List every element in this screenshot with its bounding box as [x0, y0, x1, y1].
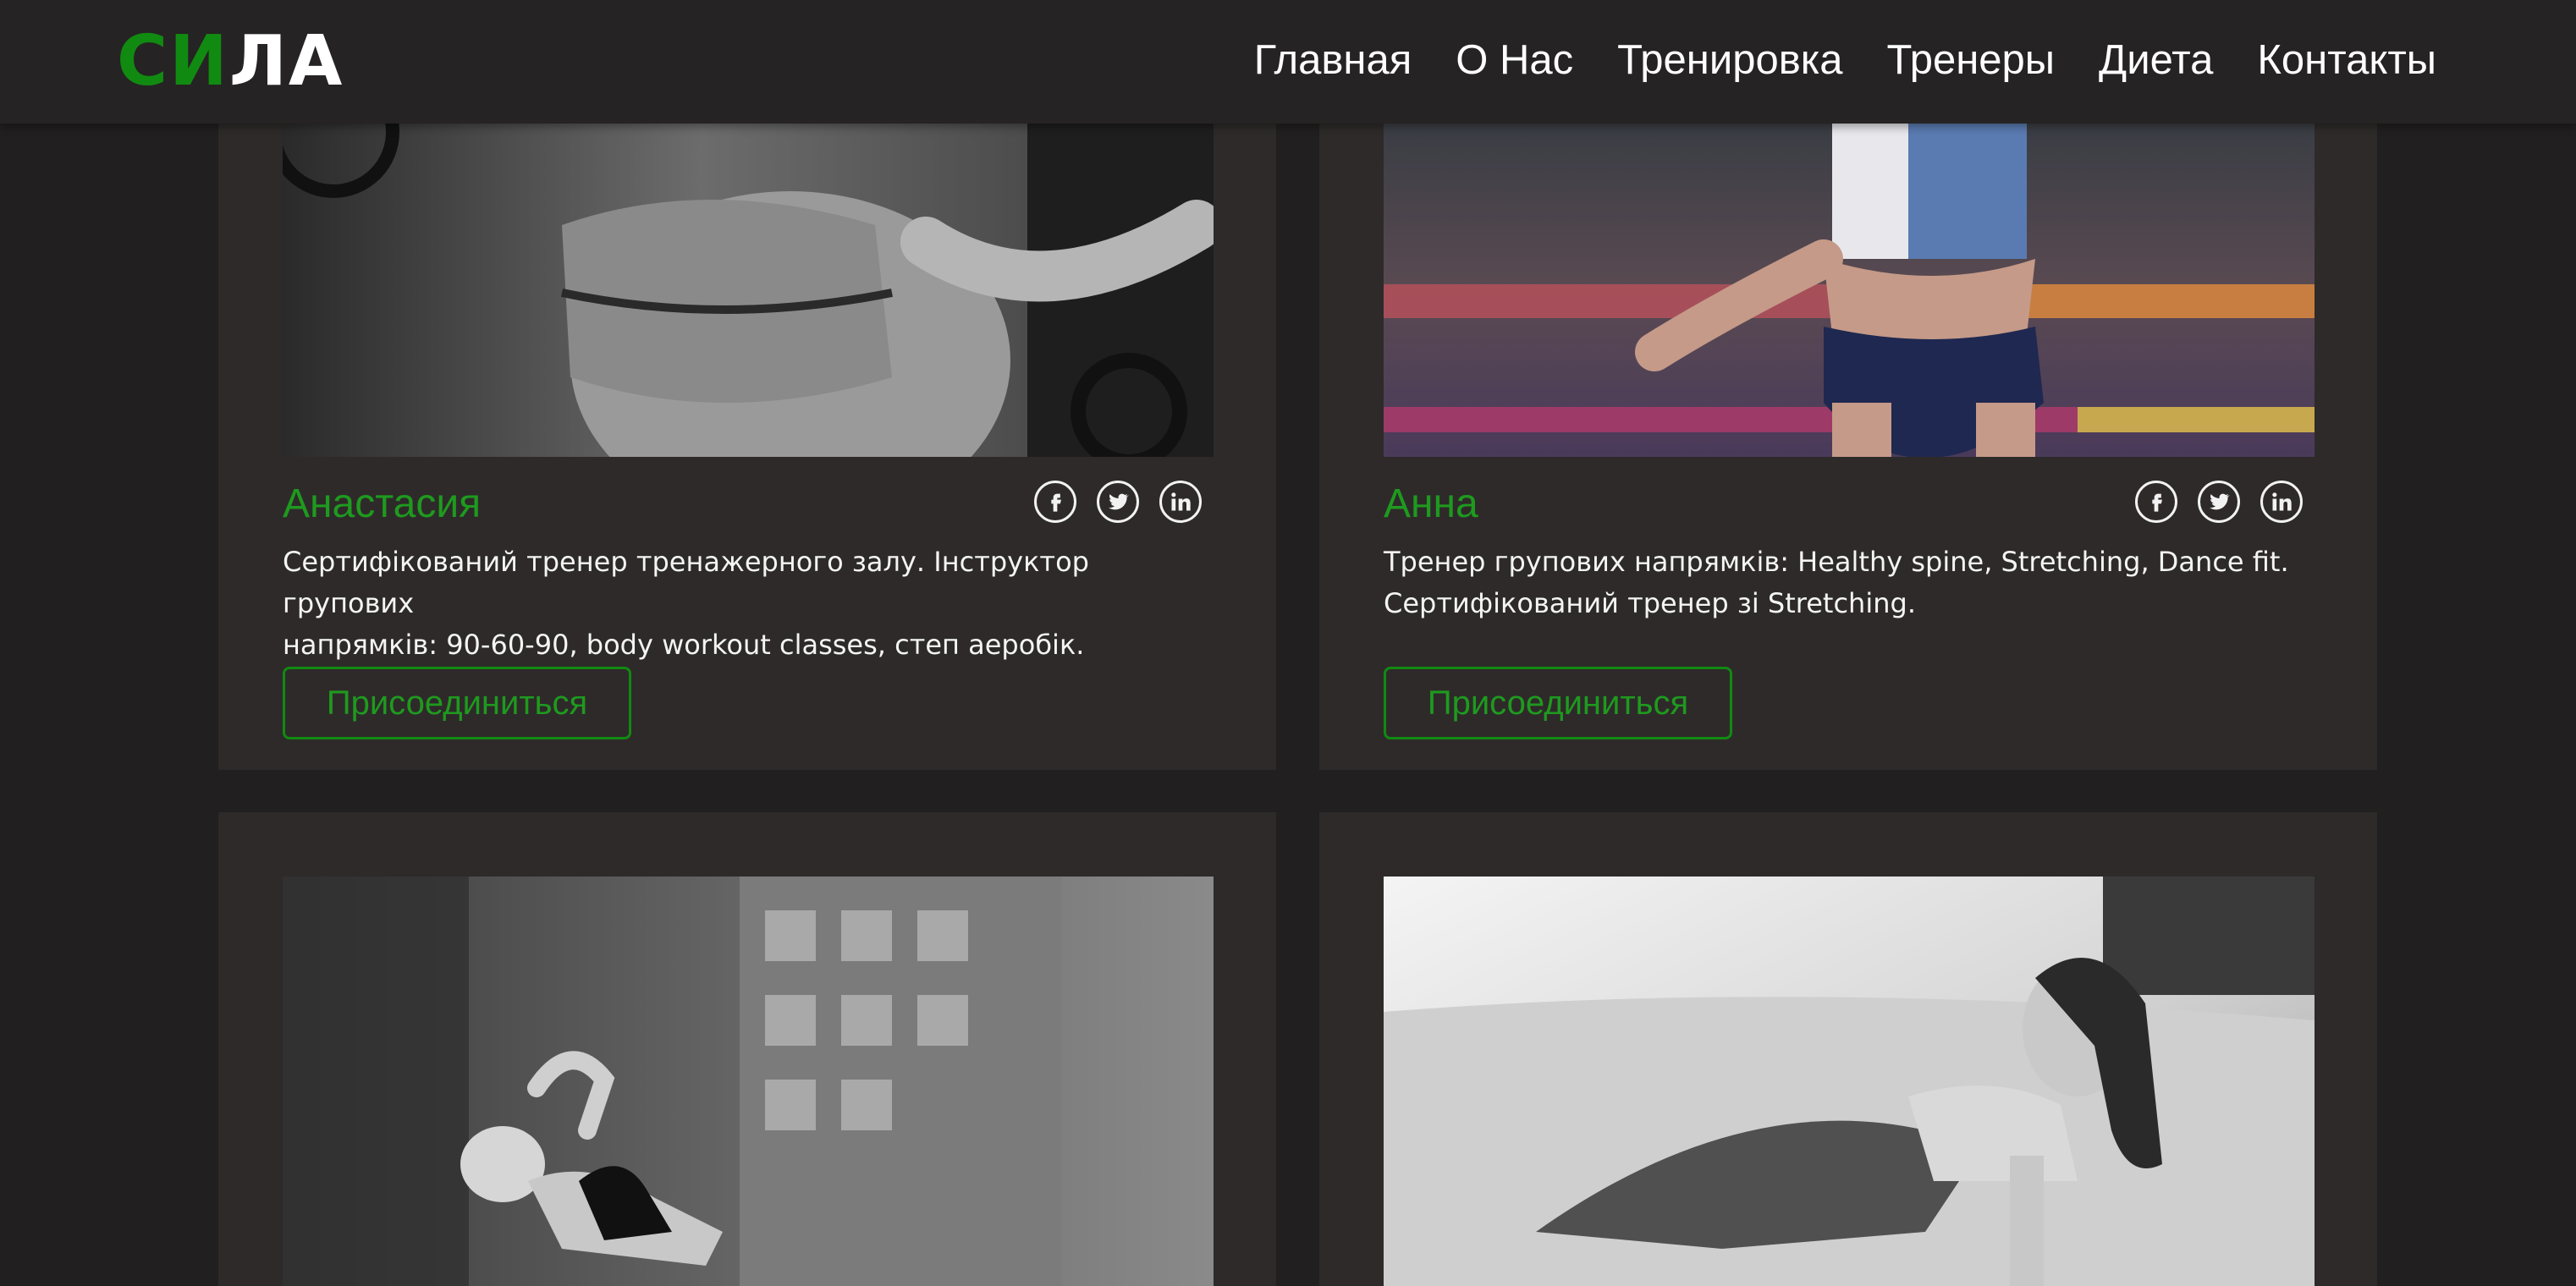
twitter-icon[interactable]: [1097, 481, 1139, 523]
nav-home[interactable]: Главная: [1254, 34, 1412, 86]
description-line: Сертифікований тренер зі Stretching.: [1384, 587, 1916, 619]
nav-training[interactable]: Тренировка: [1617, 34, 1842, 86]
nav-contacts[interactable]: Контакты: [2257, 34, 2436, 86]
trainer-name: Анастасия: [283, 481, 482, 526]
facebook-icon[interactable]: [2135, 481, 2177, 523]
trainer-description: Тренер групових напрямків: Healthy spine…: [1384, 541, 2323, 624]
trainer-photo: [283, 124, 1214, 457]
join-button[interactable]: Присоединиться: [283, 667, 631, 739]
linkedin-icon[interactable]: [2260, 481, 2303, 523]
description-line: Тренер групових напрямків: Healthy spine…: [1384, 546, 2289, 578]
trainer-description: Сертифікований тренер тренажерного залу.…: [283, 541, 1222, 666]
nav-diet[interactable]: Диета: [2099, 34, 2213, 86]
join-button[interactable]: Присоединиться: [1384, 667, 1732, 739]
trainer-name: Анна: [1384, 481, 1478, 526]
twitter-icon[interactable]: [2198, 481, 2240, 523]
description-line: Сертифікований тренер тренажерного залу.…: [283, 546, 1089, 619]
logo-part-green: СИ: [117, 21, 229, 102]
nav-trainers[interactable]: Тренеры: [1887, 34, 2055, 86]
trainer-card: [218, 812, 1276, 1286]
trainer-photo: [283, 877, 1214, 1286]
social-links: [2135, 481, 2303, 523]
logo-part-white: ЛА: [228, 21, 344, 102]
nav-about[interactable]: О Нас: [1456, 34, 1573, 86]
main-nav: Главная О Нас Тренировка Тренеры Диета К…: [1254, 34, 2436, 86]
trainer-card: [1319, 812, 2377, 1286]
trainer-photo: [1384, 124, 2315, 457]
site-header: СИЛА Главная О Нас Тренировка Тренеры Ди…: [0, 0, 2576, 124]
facebook-icon[interactable]: [1034, 481, 1076, 523]
logo[interactable]: СИЛА: [117, 24, 344, 100]
trainer-photo: [1384, 877, 2315, 1286]
linkedin-icon[interactable]: [1159, 481, 1202, 523]
description-line: напрямків: 90-60-90, body workout classe…: [283, 629, 1085, 661]
social-links: [1034, 481, 1202, 523]
